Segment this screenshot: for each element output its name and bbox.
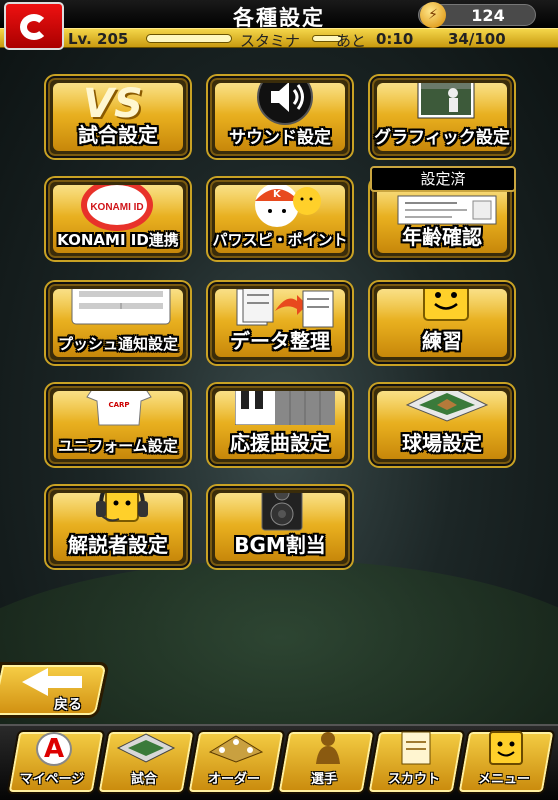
pawaspi-point-label: パワスピ・ポイント [212,231,348,249]
konami-id-label: KONAMI ID連携 [57,231,179,249]
graphic-settings-button[interactable]: グラフィック設定 [370,76,514,158]
push-notification-label: プッシュ通知設定 [57,335,178,353]
stamina-gauge [146,34,232,43]
age-verification-label: 年齢確認 [402,225,482,249]
practice-button[interactable]: 練習 [370,282,514,364]
back-arrow-icon [22,668,48,696]
data-transfer-icon [236,289,334,328]
sound-settings-button[interactable]: サウンド設定 [208,76,352,158]
match-settings-button[interactable]: VS 試合設定 [46,76,190,158]
team-logo-icon[interactable] [4,2,64,50]
scout-clipboard-icon [401,731,431,765]
data-organize-label: データ整理 [230,329,330,353]
back-arrow-tail [46,676,82,688]
nav-match-label: 試合 [130,772,157,787]
notification-panel-icon [71,289,171,325]
diamond-field-icon [116,733,176,763]
nav-menu-label: メニュー [477,772,530,787]
bgm-assign-label: BGM割当 [234,533,326,557]
graphic-settings-label: グラフィック設定 [374,128,510,148]
age-verified-badge: 設定済 [370,166,516,192]
svg-text:CARP: CARP [108,401,129,409]
piano-keys-icon [235,391,335,425]
konami-id-button[interactable]: KONAMI ID KONAMI ID連携 [46,178,190,260]
back-label: 戻る [54,697,82,713]
stamina-label: スタミナ [240,32,301,50]
player-silhouette-icon [316,732,340,764]
smiley-face-icon [423,289,469,321]
coin-count: 124 [471,6,505,25]
nav-order-label: オーダー [207,772,260,787]
uniform-settings-label: ユニフォーム設定 [58,437,178,455]
recovery-label: あと [336,32,367,50]
stadium-settings-label: 球場設定 [402,431,482,455]
stadium-settings-button[interactable]: 球場設定 [370,384,514,466]
pawapuro-character-icon: K [255,185,321,227]
headset-commentator-icon [96,493,148,522]
konami-logo-text: KONAMI ID [90,202,143,213]
commentator-settings-button[interactable]: 解説者設定 [46,486,190,568]
mypage-a-icon: A [36,732,72,766]
pawaspi-point-button[interactable]: K パワスピ・ポイント [208,178,352,260]
recovery-timer: 0:10 [376,30,414,48]
practice-label: 練習 [422,329,462,353]
svg-text:K: K [273,189,282,200]
cheer-song-label: 応援曲設定 [230,431,330,455]
uniform-icon: CARP [86,391,152,426]
menu-smiley-icon [489,731,523,765]
status-bar: Lv. 205 スタミナ あと 0:10 34/100 [0,28,558,50]
data-organize-button[interactable]: データ整理 [208,282,352,364]
push-notification-button[interactable]: プッシュ通知設定 [46,282,190,364]
speaker-box-icon [261,493,303,531]
commentator-settings-label: 解説者設定 [68,533,168,557]
nav-scout-label: スカウト [387,772,440,787]
sound-settings-label: サウンド設定 [229,128,331,148]
nav-player-label: 選手 [310,772,337,787]
match-settings-label: 試合設定 [78,123,158,147]
player-level: Lv. 205 [68,30,129,48]
konami-id-icon: KONAMI ID [81,185,153,231]
speaker-icon [257,83,313,125]
lineup-field-icon [208,735,264,763]
bgm-assign-button[interactable]: BGM割当 [208,486,352,568]
stadium-icon [405,391,489,422]
cheer-song-button[interactable]: 応援曲設定 [208,384,352,466]
uniform-settings-button[interactable]: CARP ユニフォーム設定 [46,384,190,466]
nav-mypage-label: マイページ [19,772,85,787]
coin-icon: ⚡ [420,2,446,28]
graphic-thumbnail-icon [417,83,475,119]
stamina-count: 34/100 [448,30,506,48]
